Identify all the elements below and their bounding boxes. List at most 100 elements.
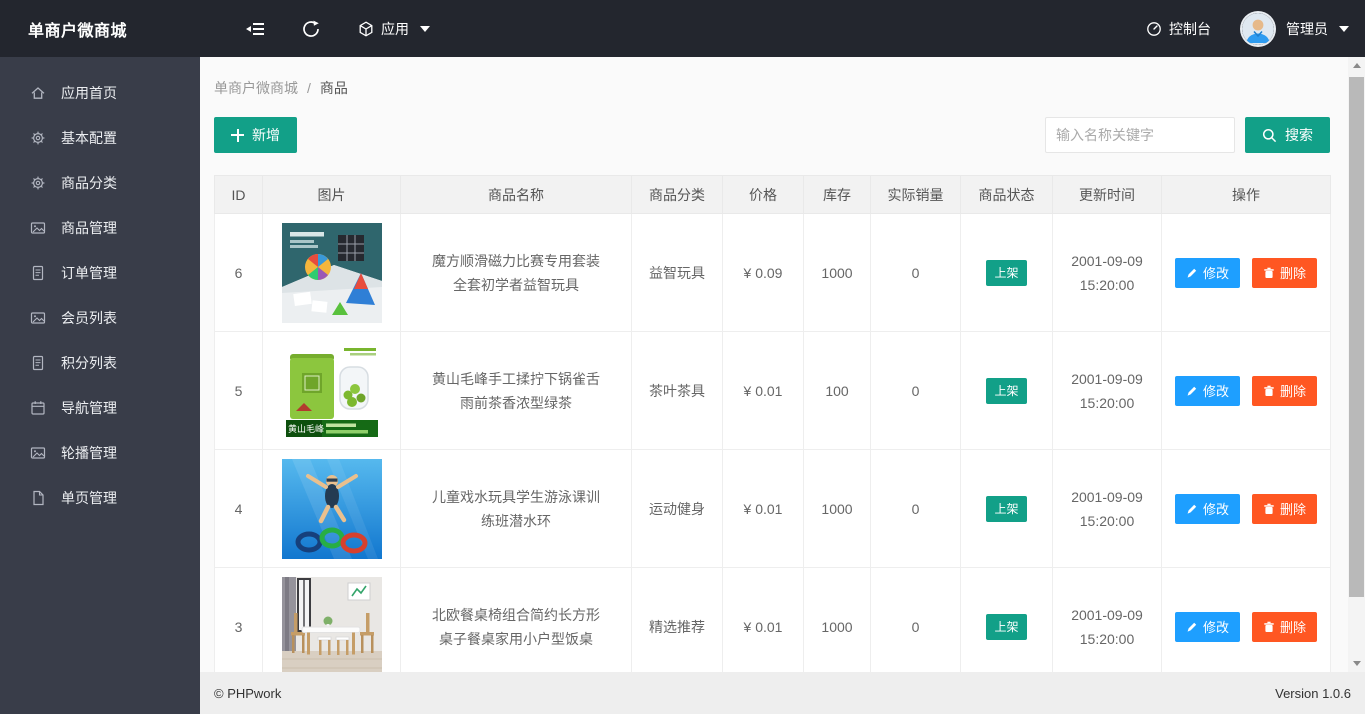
sidebar-item-category[interactable]: 商品分类 — [0, 160, 200, 205]
scrollbar — [1348, 57, 1365, 672]
pencil-icon — [1187, 386, 1197, 396]
search-icon — [1262, 128, 1277, 142]
cube-icon — [359, 20, 373, 37]
cell-name: 儿童戏水玩具学生游泳课训练班潜水环 — [400, 449, 632, 568]
header-status: 商品状态 — [960, 175, 1053, 214]
footer: © PHPwork Version 1.0.6 — [200, 672, 1365, 714]
edit-button[interactable]: 修改 — [1175, 375, 1241, 406]
cell-price: ¥ 0.01 — [722, 331, 804, 450]
updated-time: 15:20:00 — [1079, 512, 1135, 529]
cell-price: ¥ 0.01 — [722, 567, 804, 672]
search-input[interactable] — [1045, 117, 1235, 153]
sidebar-item-config[interactable]: 基本配置 — [0, 115, 200, 160]
cell-sales: 0 — [870, 449, 961, 568]
sidebar-item-label: 商品管理 — [61, 219, 117, 236]
app-dropdown[interactable]: 应用 — [358, 19, 430, 39]
search-button[interactable]: 搜索 — [1245, 117, 1330, 153]
cell-actions: 修改 删除 — [1161, 567, 1331, 672]
cell-status: 上架 — [960, 331, 1053, 450]
pencil-icon — [1187, 622, 1197, 632]
pencil-icon — [1187, 504, 1197, 514]
updated-date: 2001-09-09 — [1071, 488, 1143, 505]
status-badge: 上架 — [986, 495, 1027, 522]
cell-category: 茶叶茶具 — [631, 331, 723, 450]
document-icon — [32, 265, 44, 280]
cell-actions: 修改 删除 — [1161, 331, 1331, 450]
avatar[interactable] — [1242, 12, 1274, 45]
sidebar-item-home[interactable]: 应用首页 — [0, 70, 200, 115]
delete-button[interactable]: 删除 — [1251, 375, 1317, 406]
sidebar-item-label: 导航管理 — [61, 399, 117, 416]
edit-button-label: 修改 — [1203, 266, 1230, 281]
header-actions: 操作 — [1161, 175, 1331, 214]
delete-button-label: 删除 — [1279, 502, 1306, 517]
scrollbar-down-arrow[interactable] — [1348, 655, 1365, 672]
products-table: ID 图片 商品名称 商品分类 价格 库存 实际销量 商品状态 更新时间 操作 … — [214, 175, 1331, 672]
console-link[interactable]: 控制台 — [1146, 19, 1211, 39]
edit-button[interactable]: 修改 — [1175, 493, 1241, 524]
file-icon — [33, 490, 44, 505]
sidebar-item-pages[interactable]: 单页管理 — [0, 475, 200, 520]
delete-button-label: 删除 — [1279, 384, 1306, 399]
table-row: 6 魔方顺滑磁力比赛专用套装全套初学者益智玩具 益智玩具 ¥ 0.09 1000… — [214, 213, 1331, 332]
breadcrumb: 单商户微商城 / 商品 — [214, 78, 1348, 98]
menu-fold-icon[interactable] — [246, 22, 264, 36]
cell-stock: 1000 — [803, 213, 871, 332]
header-sales: 实际销量 — [870, 175, 961, 214]
app-title: 单商户微商城 — [28, 22, 128, 40]
sidebar-item-navigation[interactable]: 导航管理 — [0, 385, 200, 430]
sidebar-item-products[interactable]: 商品管理 — [0, 205, 200, 250]
sidebar-item-points[interactable]: 积分列表 — [0, 340, 200, 385]
delete-button-label: 删除 — [1279, 620, 1306, 635]
updated-date: 2001-09-09 — [1071, 252, 1143, 269]
delete-button[interactable]: 删除 — [1251, 493, 1317, 524]
sidebar-item-members[interactable]: 会员列表 — [0, 295, 200, 340]
cell-name: 魔方顺滑磁力比赛专用套装全套初学者益智玩具 — [400, 213, 632, 332]
add-button[interactable]: 新增 — [214, 117, 297, 153]
refresh-icon[interactable] — [302, 20, 320, 38]
caret-down-icon — [1339, 25, 1349, 32]
delete-button[interactable]: 删除 — [1251, 611, 1317, 642]
delete-button[interactable]: 删除 — [1251, 257, 1317, 288]
pencil-icon — [1187, 268, 1197, 278]
edit-button-label: 修改 — [1203, 502, 1230, 517]
cell-name: 北欧餐桌椅组合简约长方形桌子餐桌家用小户型饭桌 — [400, 567, 632, 672]
cell-category: 精选推荐 — [631, 567, 723, 672]
top-navbar: 单商户微商城 应用 控制台 管理员 — [0, 0, 1365, 57]
image-icon — [30, 311, 46, 324]
triangle-down-icon — [1352, 661, 1361, 666]
cell-price: ¥ 0.09 — [722, 213, 804, 332]
gear-icon — [31, 176, 45, 189]
cell-id: 5 — [214, 331, 263, 450]
cell-updated: 2001-09-09 15:20:00 — [1052, 449, 1162, 568]
edit-button[interactable]: 修改 — [1175, 611, 1241, 642]
tea-label-text: 黄山毛峰 — [288, 423, 324, 434]
updated-time: 15:20:00 — [1079, 394, 1135, 411]
image-icon — [30, 446, 46, 459]
edit-button[interactable]: 修改 — [1175, 257, 1241, 288]
updated-time: 15:20:00 — [1079, 630, 1135, 647]
scrollbar-up-arrow[interactable] — [1348, 57, 1365, 74]
sidebar-item-orders[interactable]: 订单管理 — [0, 250, 200, 295]
cell-category: 益智玩具 — [631, 213, 723, 332]
cell-id: 3 — [214, 567, 263, 672]
breadcrumb-root[interactable]: 单商户微商城 — [214, 78, 298, 98]
document-icon — [32, 355, 44, 370]
updated-date: 2001-09-09 — [1071, 370, 1143, 387]
header-stock: 库存 — [803, 175, 871, 214]
footer-copyright: © PHPwork — [214, 685, 282, 701]
calendar-icon — [31, 400, 45, 415]
product-image-green-tea: 黄山毛峰 — [281, 340, 382, 441]
header-name: 商品名称 — [400, 175, 632, 214]
trash-icon — [1264, 267, 1274, 278]
cell-actions: 修改 删除 — [1161, 213, 1331, 332]
table-row: 5 黄山毛峰 黄山毛峰手工揉拧下锅雀舌雨前茶香浓型绿茶 茶叶茶具 ¥ 0.01 … — [214, 331, 1331, 450]
scrollbar-thumb[interactable] — [1349, 77, 1364, 597]
product-image-rubiks-cubes — [281, 222, 382, 323]
header-category: 商品分类 — [631, 175, 723, 214]
gauge-icon — [1147, 21, 1161, 36]
sidebar-item-carousel[interactable]: 轮播管理 — [0, 430, 200, 475]
user-menu[interactable]: 管理员 — [1286, 19, 1349, 39]
status-badge: 上架 — [986, 259, 1027, 286]
sidebar-item-label: 订单管理 — [61, 264, 117, 281]
